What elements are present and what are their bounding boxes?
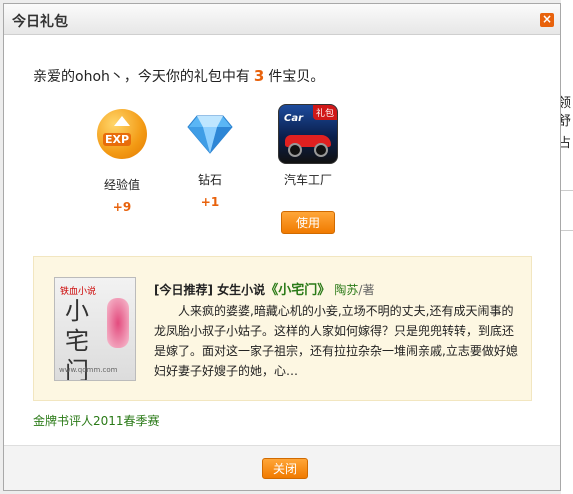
exp-icon: EXP bbox=[92, 109, 152, 169]
book-description: 人来疯的婆婆,暗藏心机的小妾,立场不明的丈夫,还有成天闹事的龙凤胎小叔子小姑子。… bbox=[154, 304, 518, 378]
greeting-suffix: 件宝贝。 bbox=[268, 69, 325, 85]
gift-name: 钻石 bbox=[197, 173, 222, 187]
book-title-link[interactable]: 《小宅门》 bbox=[265, 283, 330, 298]
gift-item-diamond: 钻石 +1 bbox=[175, 104, 245, 209]
greeting-prefix: 亲爱的ohoh丶，今天你的礼包中有 bbox=[33, 69, 250, 85]
background-strip: 领 舒 占 bbox=[558, 0, 573, 494]
gift-amount: +1 bbox=[200, 195, 220, 209]
divider bbox=[561, 190, 573, 191]
gift-name: 经验值 bbox=[103, 178, 140, 192]
book-author[interactable]: 陶苏 bbox=[334, 283, 358, 297]
book-recommendation: 铁血小说 小宅门 www.qdmm.com [今日推荐] 女生小说《小宅门》 陶… bbox=[33, 256, 532, 401]
dialog-titlebar: 今日礼包 × bbox=[4, 4, 560, 35]
gift-dialog: 今日礼包 × 亲爱的ohoh丶，今天你的礼包中有 3 件宝贝。 EXP 经验值 +9… bbox=[3, 3, 561, 491]
recommendation-category: 女生小说 bbox=[217, 283, 266, 297]
dialog-footer: 关闭 bbox=[4, 445, 560, 490]
divider bbox=[561, 230, 573, 231]
car-game-icon[interactable]: Car 礼包 bbox=[278, 104, 338, 164]
book-cover[interactable]: 铁血小说 小宅门 www.qdmm.com bbox=[54, 277, 136, 381]
dialog-title: 今日礼包 bbox=[12, 14, 68, 30]
gift-amount: +9 bbox=[112, 200, 132, 214]
close-icon[interactable]: × bbox=[540, 13, 554, 27]
close-button[interactable]: 关闭 bbox=[262, 458, 308, 479]
greeting-text: 亲爱的ohoh丶，今天你的礼包中有 3 件宝贝。 bbox=[33, 66, 324, 86]
gift-item-car-factory: Car 礼包 汽车工厂 bbox=[273, 104, 343, 188]
recommendation-tag: [今日推荐] bbox=[154, 283, 213, 297]
gift-name: 汽车工厂 bbox=[283, 173, 332, 187]
gift-item-exp: EXP 经验值 +9 bbox=[87, 104, 157, 214]
diamond-icon bbox=[180, 104, 240, 164]
gift-count: 3 bbox=[253, 67, 265, 85]
contest-link[interactable]: 金牌书评人2011春季赛 bbox=[33, 412, 160, 429]
recommendation-title: [今日推荐] 女生小说《小宅门》 陶苏/著 bbox=[154, 279, 374, 298]
author-role: /著 bbox=[358, 283, 375, 297]
use-button[interactable]: 使用 bbox=[281, 211, 335, 234]
